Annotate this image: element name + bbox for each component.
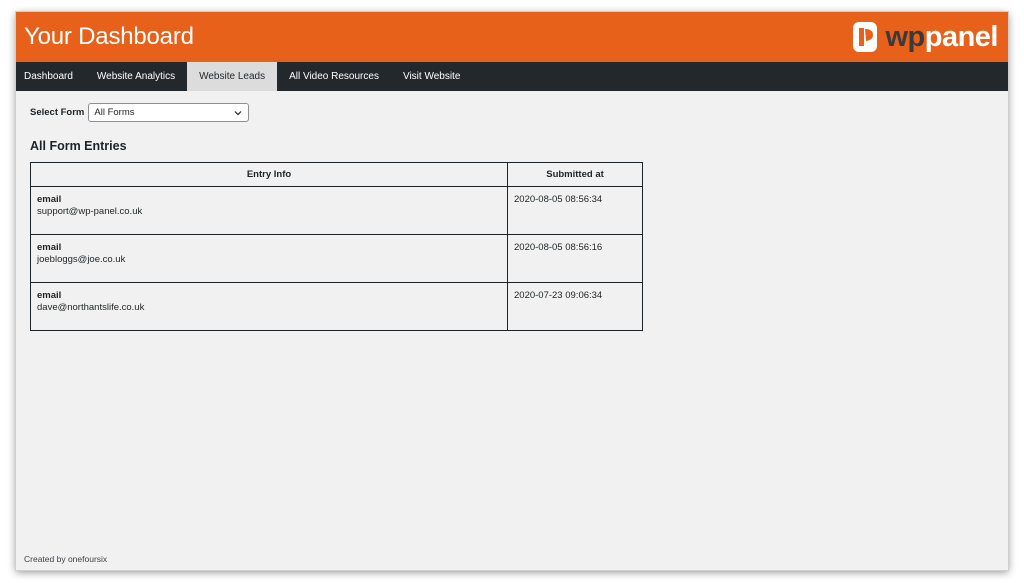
wppanel-logo: wppanel [853,20,999,53]
nav-website-analytics[interactable]: Website Analytics [85,62,187,91]
entry-field-value: dave@northantslife.co.uk [37,301,145,313]
entries-table: Entry Info Submitted at email support@wp… [30,162,643,331]
entry-field-value: support@wp-panel.co.uk [37,205,143,217]
nav-dashboard[interactable]: Dashboard [16,62,85,91]
submitted-at-cell: 2020-08-05 08:56:16 [507,234,643,283]
logo-wordmark: wppanel [885,20,998,53]
entries-title: All Form Entries [30,139,127,153]
entry-info-cell: email joebloggs@joe.co.uk [30,234,508,283]
table-header-row: Entry Info Submitted at [30,162,643,187]
chevron-down-icon [234,110,242,115]
nav-video-resources[interactable]: All Video Resources [277,62,391,91]
nav-website-leads[interactable]: Website Leads [187,62,278,91]
column-header-submitted-at: Submitted at [507,162,643,187]
entry-field-label: email [37,242,62,253]
app-window: Your Dashboard wppanel Dashboard Website… [16,12,1008,570]
wppanel-logo-icon [853,22,878,52]
top-bar: Your Dashboard wppanel [16,12,1008,62]
entry-info-cell: email support@wp-panel.co.uk [30,186,508,235]
submitted-at-cell: 2020-07-23 09:06:34 [507,282,643,331]
form-filter: Select Form All Forms [30,103,994,122]
entry-field-label: email [37,290,62,301]
nav-visit-website[interactable]: Visit Website [391,62,472,91]
column-header-entry-info: Entry Info [30,162,508,187]
submitted-at-cell: 2020-08-05 08:56:34 [507,186,643,235]
table-row: email support@wp-panel.co.uk 2020-08-05 … [30,186,643,235]
table-row: email dave@northantslife.co.uk 2020-07-2… [30,282,643,331]
main-nav: Dashboard Website Analytics Website Lead… [16,62,1008,91]
footer-credit: Created by onefoursix [24,554,108,564]
form-select[interactable]: All Forms [88,103,250,122]
entry-field-value: joebloggs@joe.co.uk [37,253,126,265]
main-content: Select Form All Forms All Form Entries E… [16,91,1008,343]
form-select-value: All Forms [94,107,135,118]
entry-field-label: email [37,194,62,205]
page-title: Your Dashboard [24,23,194,50]
entry-info-cell: email dave@northantslife.co.uk [30,282,508,331]
table-row: email joebloggs@joe.co.uk 2020-08-05 08:… [30,234,643,283]
select-form-label: Select Form [30,107,85,118]
